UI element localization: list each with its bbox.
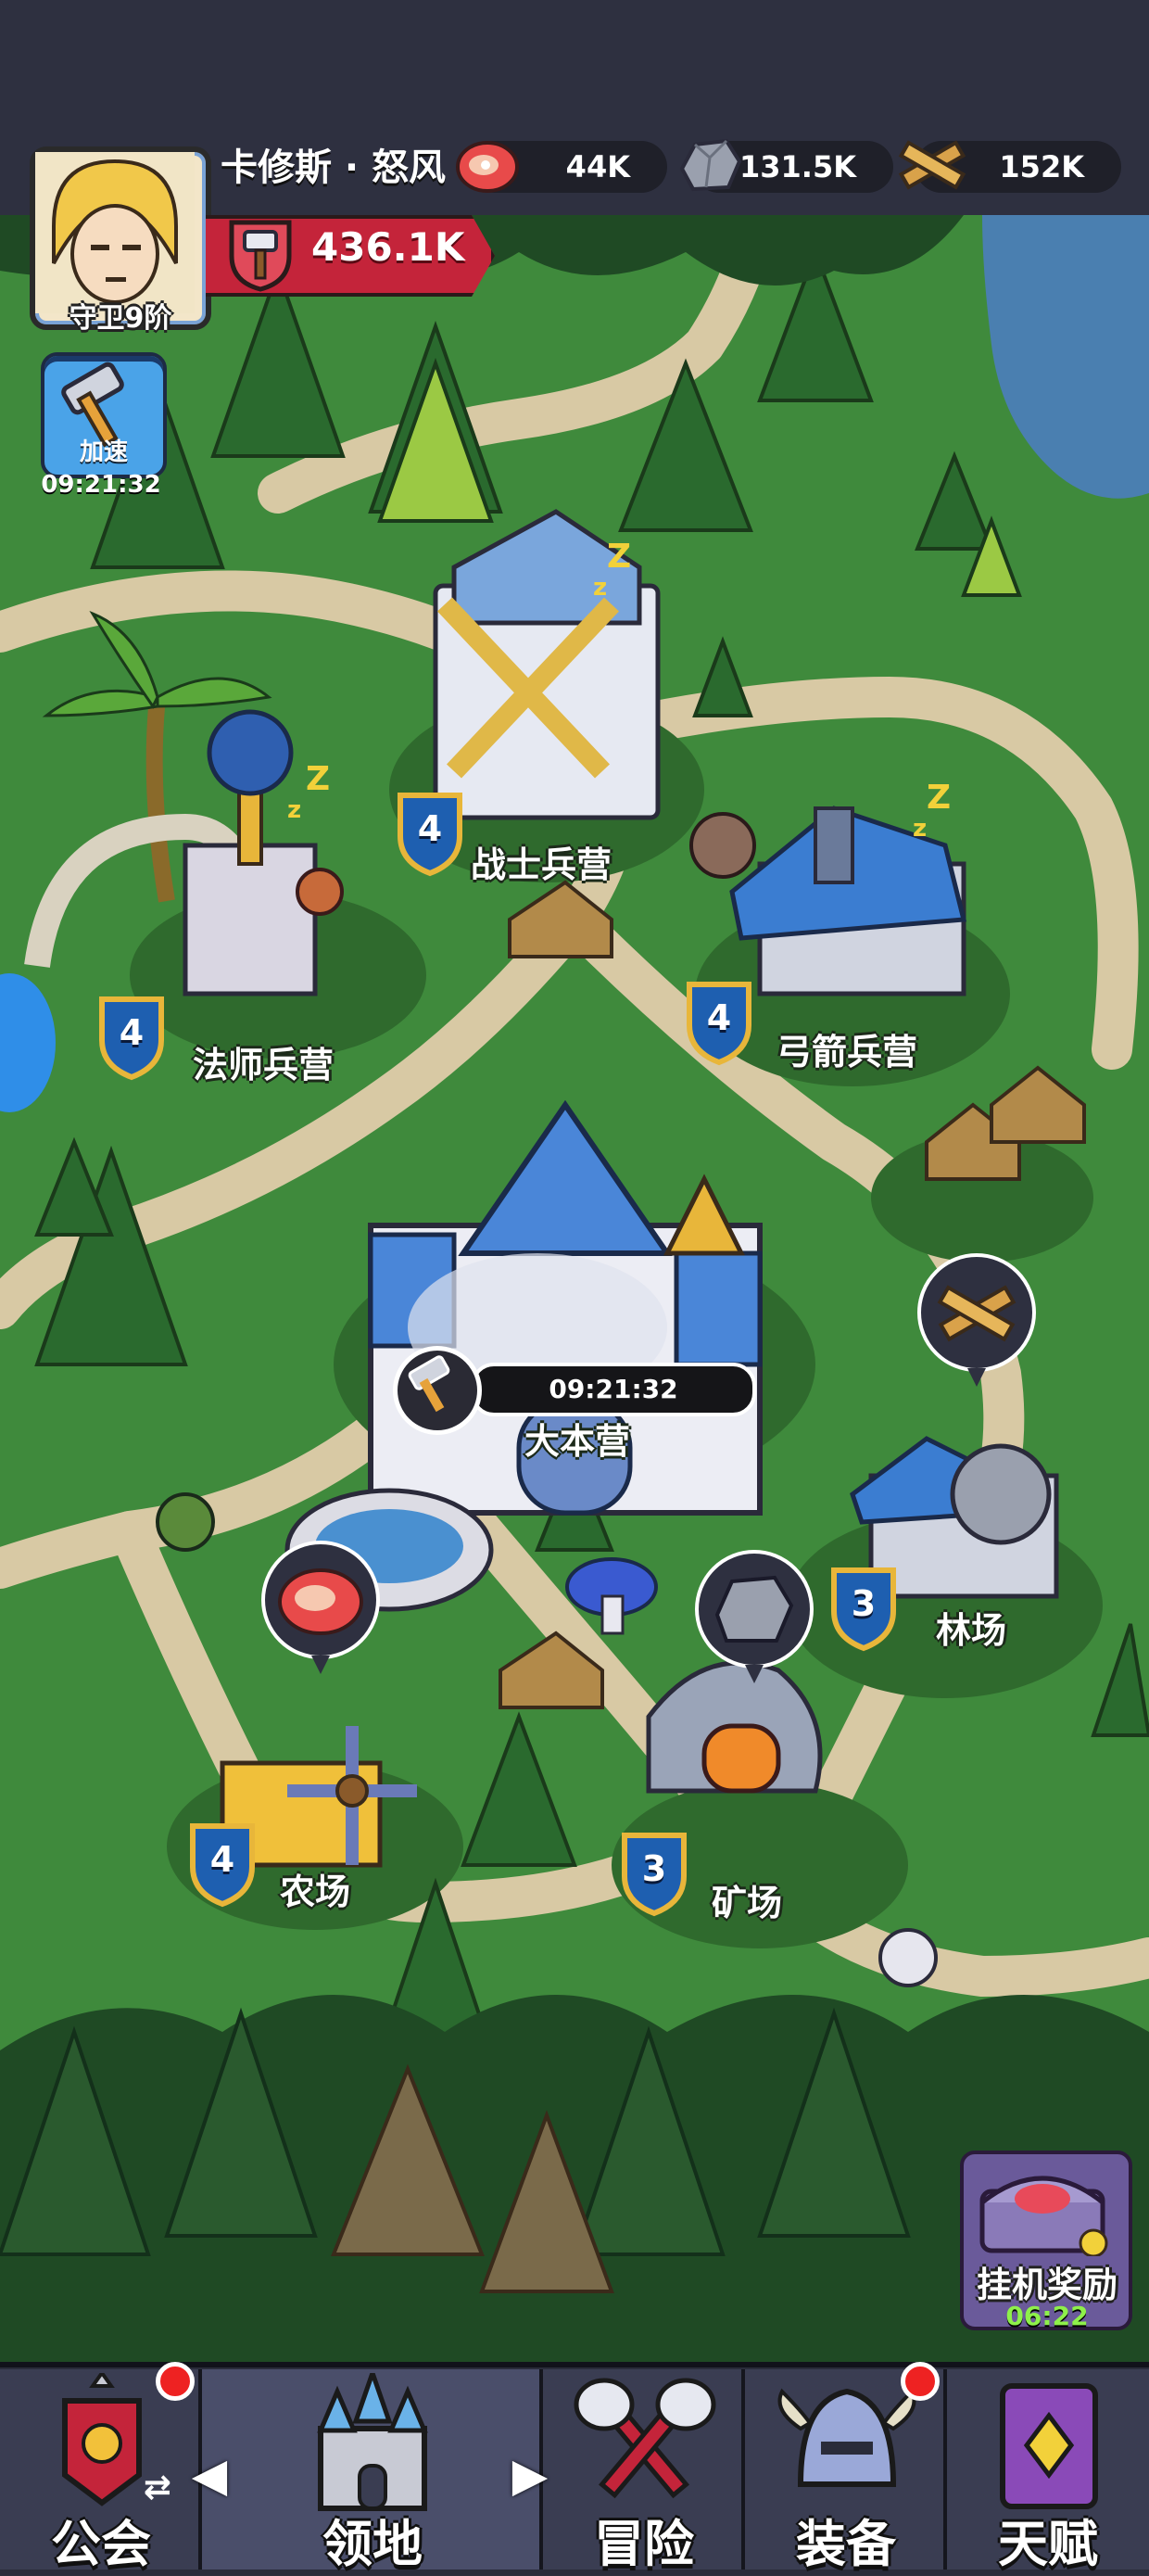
crossed-axes-icon <box>571 2373 719 2512</box>
speedup-timer: 09:21:32 <box>41 471 161 499</box>
farm-level-badge: 4 <box>185 1819 259 1908</box>
nav-guild-label: 公会 <box>51 2515 151 2573</box>
meat-collect-bubble[interactable] <box>256 1539 385 1678</box>
mine-label[interactable]: 矿场 <box>712 1874 782 1925</box>
hero-portrait-icon <box>35 152 195 313</box>
idle-reward-timer: 06:22 <box>1005 2301 1089 2331</box>
nav-right-arrow-icon[interactable]: ▶ <box>511 2447 549 2503</box>
wood-icon <box>895 130 969 200</box>
mage-level-badge: 4 <box>95 992 169 1081</box>
nav-territory-label: 领地 <box>322 2515 423 2573</box>
speedup-button[interactable]: 加速 <box>41 352 167 478</box>
nav-talent-label: 天赋 <box>998 2515 1098 2573</box>
player-rank: 守卫9阶 <box>69 302 172 335</box>
wood-collect-bubble[interactable] <box>912 1251 1042 1390</box>
archer-level: 4 <box>706 997 732 1038</box>
stone-icon <box>673 130 747 200</box>
mine-level-badge: 3 <box>617 1828 691 1917</box>
power-value: 436.1K <box>311 224 465 270</box>
hammer-shield-icon <box>219 209 302 293</box>
farm-level: 4 <box>209 1839 235 1880</box>
warrior-level: 4 <box>417 808 443 849</box>
lumber-level-badge: 3 <box>827 1563 901 1652</box>
lumber-level: 3 <box>851 1583 877 1624</box>
svg-text:z: z <box>913 815 927 843</box>
hq-label[interactable]: 大本营 <box>524 1413 630 1464</box>
farm-label[interactable]: 农场 <box>280 1863 350 1914</box>
meat-icon <box>450 130 524 200</box>
archer-level-badge: 4 <box>682 977 756 1066</box>
castle-icon <box>298 2366 447 2512</box>
archer-barracks-label[interactable]: 弓箭兵营 <box>777 1023 917 1074</box>
guild-notification-badge <box>156 2362 195 2401</box>
warrior-level-badge: 4 <box>393 788 467 877</box>
nav-equipment-label: 装备 <box>796 2515 896 2573</box>
warrior-barracks-label[interactable]: 战士兵营 <box>471 836 612 887</box>
svg-text:z: z <box>593 574 607 602</box>
lumber-mill-label[interactable]: 林场 <box>936 1602 1006 1653</box>
svg-text:Z: Z <box>607 538 631 576</box>
wood-value: 152K <box>999 149 1084 184</box>
hq-upgrade-timer: 09:21:32 <box>471 1363 756 1416</box>
mine-level: 3 <box>641 1848 667 1889</box>
helmet-icon <box>773 2373 921 2512</box>
svg-text:z: z <box>287 796 301 824</box>
nav-adventure-label: 冒险 <box>594 2515 694 2573</box>
stone-collect-bubble[interactable] <box>689 1548 819 1687</box>
nav-left-arrow-icon[interactable]: ◀ <box>191 2447 228 2503</box>
meat-value: 44K <box>565 149 630 184</box>
hq-hammer-icon[interactable] <box>393 1346 482 1435</box>
mage-level: 4 <box>119 1012 145 1053</box>
svg-text:Z: Z <box>306 760 330 798</box>
equipment-notification-badge <box>901 2362 940 2401</box>
stone-value: 131.5K <box>739 149 856 184</box>
idle-reward-label: 挂机奖励 <box>976 2265 1117 2305</box>
spellbook-icon <box>975 2373 1123 2512</box>
treasure-chest-icon <box>979 2176 1108 2258</box>
speedup-label: 加速 <box>79 438 128 466</box>
svg-text:Z: Z <box>927 779 951 817</box>
player-name: 卡修斯 · 怒风 <box>221 146 447 189</box>
mage-barracks-label[interactable]: 法师兵营 <box>193 1036 334 1087</box>
